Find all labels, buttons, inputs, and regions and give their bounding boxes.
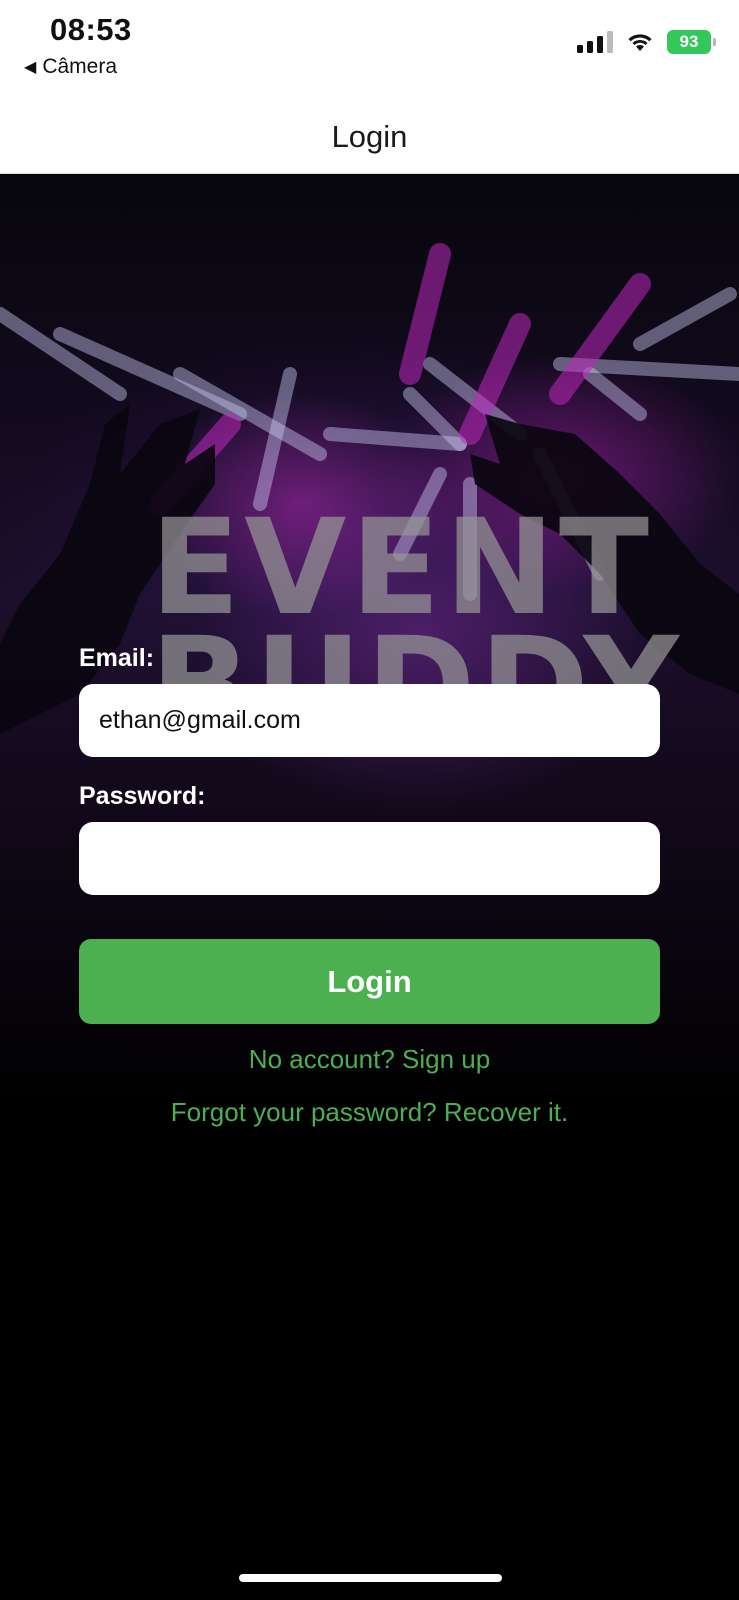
home-indicator[interactable] xyxy=(239,1574,502,1582)
password-label: Password: xyxy=(79,782,206,810)
status-time: 08:53 xyxy=(50,12,132,47)
login-button[interactable]: Login xyxy=(79,939,660,1024)
recover-password-link[interactable]: Forgot your password? Recover it. xyxy=(79,1097,660,1128)
status-indicators: 93 xyxy=(577,30,716,54)
page-title: Login xyxy=(331,118,408,154)
login-screen: 08:53 ◀ Câmera 93 Login EVENT Email: eth… xyxy=(0,0,739,1600)
wifi-icon xyxy=(628,34,652,51)
back-to-app-button[interactable]: ◀ Câmera xyxy=(24,55,117,79)
email-field[interactable] xyxy=(79,684,660,757)
password-field[interactable] xyxy=(79,822,660,895)
battery-level: 93 xyxy=(679,32,699,51)
cellular-signal-icon xyxy=(577,31,613,53)
back-app-label: Câmera xyxy=(42,55,118,78)
battery-icon: 93 xyxy=(667,30,716,54)
navigation-bar: Login xyxy=(0,100,739,174)
back-triangle-icon: ◀ xyxy=(24,59,37,76)
signup-link[interactable]: No account? Sign up xyxy=(79,1044,660,1075)
status-bar: 08:53 ◀ Câmera 93 xyxy=(0,0,739,100)
email-label: Email: xyxy=(79,644,155,672)
